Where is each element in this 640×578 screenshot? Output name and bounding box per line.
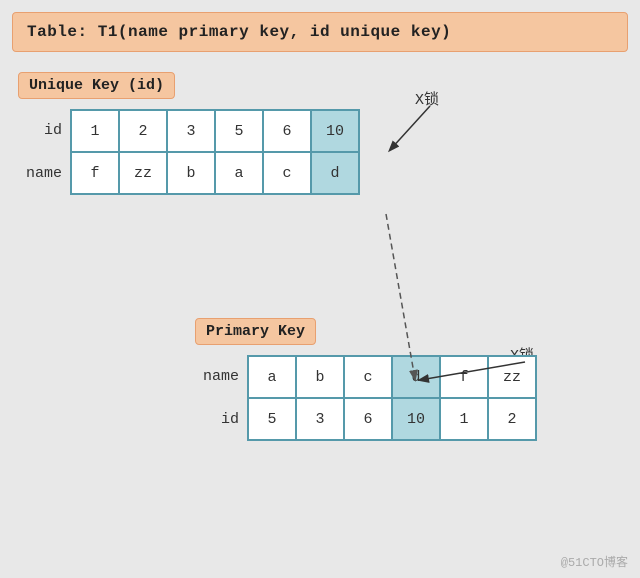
unique-key-row-label-id: id xyxy=(18,110,70,152)
table-cell: b xyxy=(296,356,344,398)
table-cell: 6 xyxy=(263,110,311,152)
unique-key-table: id name 1 2 3 5 6 10 f zz b a c d xyxy=(18,109,418,195)
table-cell: f xyxy=(440,356,488,398)
table-cell-highlight: d xyxy=(392,356,440,398)
primary-key-label: Primary Key xyxy=(195,318,316,345)
table-cell: b xyxy=(167,152,215,194)
primary-key-row-label-id: id xyxy=(195,399,247,441)
table-cell: 5 xyxy=(215,110,263,152)
table-cell: 6 xyxy=(344,398,392,440)
table-cell: f xyxy=(71,152,119,194)
unique-key-row-1: f zz b a c d xyxy=(71,152,359,194)
table-cell: a xyxy=(215,152,263,194)
unique-key-label: Unique Key (id) xyxy=(18,72,175,99)
primary-key-table: name id a b c d f zz 5 3 6 10 1 2 xyxy=(195,355,615,441)
primary-key-row-0: a b c d f zz xyxy=(248,356,536,398)
primary-key-row-label-name: name xyxy=(195,356,247,398)
table-cell: c xyxy=(344,356,392,398)
table-cell: 2 xyxy=(488,398,536,440)
unique-key-grid: 1 2 3 5 6 10 f zz b a c d xyxy=(70,109,360,195)
unique-key-section: Unique Key (id) id name 1 2 3 5 6 10 f z… xyxy=(18,72,418,195)
primary-key-row-labels: name id xyxy=(195,355,247,441)
unique-key-row-label-name: name xyxy=(18,153,70,195)
table-cell: zz xyxy=(488,356,536,398)
table-cell: a xyxy=(248,356,296,398)
primary-key-section: Primary Key name id a b c d f zz 5 3 6 1… xyxy=(195,318,615,441)
table-cell: c xyxy=(263,152,311,194)
table-cell-highlight: 10 xyxy=(311,110,359,152)
table-cell: 5 xyxy=(248,398,296,440)
table-cell: 1 xyxy=(440,398,488,440)
x-lock-top-label: X锁 xyxy=(415,88,439,109)
watermark: @51CTO博客 xyxy=(561,553,628,570)
table-cell: zz xyxy=(119,152,167,194)
primary-key-row-1: 5 3 6 10 1 2 xyxy=(248,398,536,440)
primary-key-grid: a b c d f zz 5 3 6 10 1 2 xyxy=(247,355,537,441)
unique-key-row-labels: id name xyxy=(18,109,70,195)
table-cell: 1 xyxy=(71,110,119,152)
title-box: Table: T1(name primary key, id unique ke… xyxy=(12,12,628,52)
table-cell: 2 xyxy=(119,110,167,152)
table-cell-highlight: d xyxy=(311,152,359,194)
table-cell: 3 xyxy=(167,110,215,152)
table-cell-highlight: 10 xyxy=(392,398,440,440)
table-cell: 3 xyxy=(296,398,344,440)
unique-key-row-0: 1 2 3 5 6 10 xyxy=(71,110,359,152)
